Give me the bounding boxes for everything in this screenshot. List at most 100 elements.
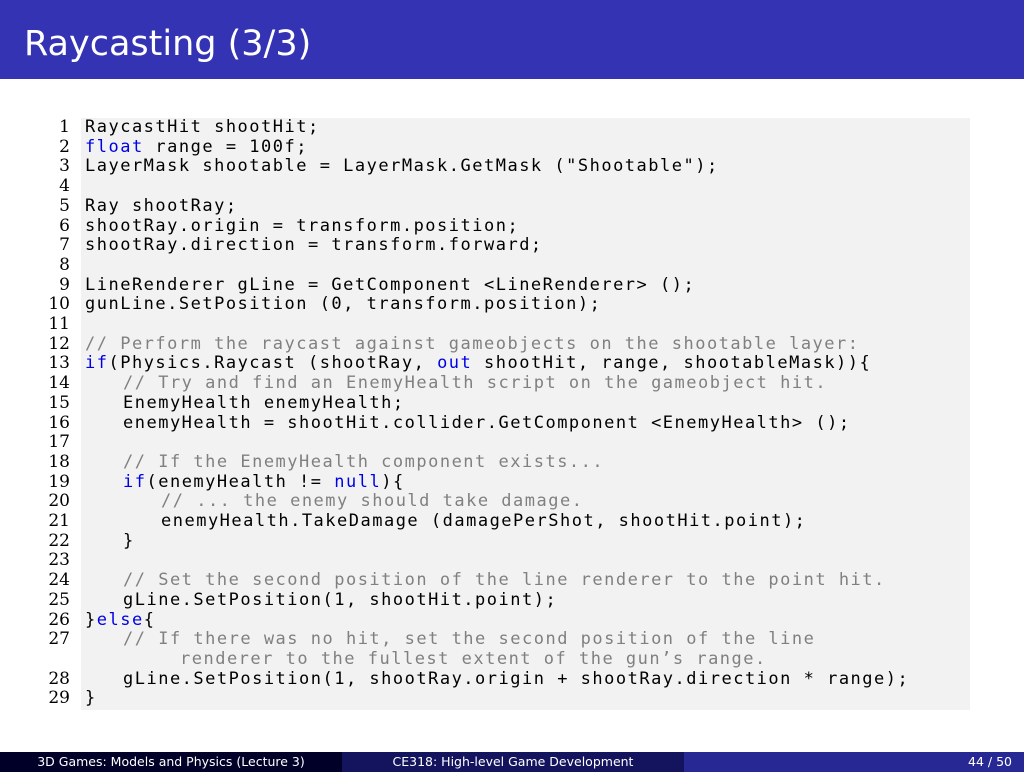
code-line: 28 gLine.SetPosition(1, shootRay.origin +… [0, 668, 1024, 690]
code-text: }else{ [85, 609, 156, 631]
code-keyword: float [85, 136, 144, 157]
code-token: enemyHealth = shootHit.collider.GetCompo… [123, 412, 851, 433]
code-token: shootRay.origin = transform.position; [85, 215, 520, 236]
footer: 3D Games: Models and Physics (Lecture 3)… [0, 752, 1024, 772]
code-text: renderer to the fullest extent of the gu… [85, 648, 767, 670]
code-line: 23 [0, 551, 1024, 571]
line-number: 3 [59, 156, 70, 177]
code-token: Ray shootRay; [85, 195, 238, 216]
code-token: gLine.SetPosition(1, shootHit.point); [123, 589, 558, 610]
line-number: 9 [59, 274, 70, 295]
code-text: // If there was no hit, set the second p… [85, 629, 815, 650]
code-token: (Physics.Raycast (shootRay, [108, 353, 438, 374]
code-line: 3 LayerMask shootable = LayerMask.GetMask… [0, 157, 1024, 177]
code-line: 24 // Set the second position of the line… [0, 570, 1024, 591]
code-line: 14 // Try and find an EnemyHealth script … [0, 373, 1024, 394]
code-token: enemyHealth.TakeDamage (damagePerShot, s… [161, 511, 807, 531]
code-token: LineRenderer gLine = GetComponent <LineR… [85, 274, 696, 295]
code-line: 27 // If there was no hit, set the second… [0, 629, 1024, 650]
line-number: 17 [48, 432, 70, 453]
code-token: } [123, 530, 135, 551]
code-text: gunLine.SetPosition (0, transform.positi… [85, 294, 602, 315]
code-comment: // Try and find an EnemyHealth script on… [123, 373, 828, 394]
line-number: 1 [59, 117, 70, 137]
code-line-continuation: renderer to the fullest extent of the gu… [0, 648, 1024, 670]
line-number: 5 [59, 195, 70, 216]
line-number: 15 [48, 392, 70, 413]
line-number: 27 [48, 629, 70, 650]
line-number: 29 [48, 688, 70, 709]
code-line: 19 if(enemyHealth != null){ [0, 471, 1024, 493]
code-text: if(Physics.Raycast (shootRay, out shootH… [85, 354, 871, 374]
code-line: 1 RaycastHit shootHit; [0, 117, 1024, 138]
code-text: gLine.SetPosition(1, shootHit.point); [85, 589, 558, 611]
code-comment: // If the EnemyHealth component exists..… [123, 451, 605, 472]
code-text: shootRay.origin = transform.position; [85, 215, 520, 237]
line-number: 22 [48, 530, 70, 551]
code-line: 9 LineRenderer gLine = GetComponent <Line… [0, 274, 1024, 296]
slide-title: Raycasting (3/3) [24, 24, 312, 64]
code-token: gunLine.SetPosition (0, transform.positi… [85, 294, 602, 315]
code-keyword: out [437, 353, 473, 374]
code-text: enemyHealth = shootHit.collider.GetCompo… [85, 412, 851, 434]
code-comment: // Set the second position of the line r… [123, 570, 886, 591]
footer-page-segment: 44 / 50 [684, 752, 1024, 772]
code-token: LayerMask shootable = LayerMask.GetMask … [85, 156, 719, 177]
code-comment: // Perform the raycast against gameobjec… [85, 333, 860, 354]
code-token: (enemyHealth != [146, 471, 335, 492]
line-number: 18 [48, 451, 70, 472]
code-text: Ray shootRay; [85, 195, 238, 217]
code-line: 26}else{ [0, 609, 1024, 631]
line-number: 19 [48, 471, 70, 492]
code-line: 7 shootRay.direction = transform.forward; [0, 235, 1024, 256]
code-text: // ... the enemy should take damage. [85, 491, 584, 512]
code-comment: renderer to the fullest extent of the gu… [180, 648, 767, 669]
code-token: EnemyHealth enemyHealth; [123, 392, 405, 413]
line-number: 4 [59, 176, 70, 197]
line-number: 16 [48, 412, 70, 433]
line-number: 13 [48, 353, 70, 374]
code-token: } [85, 609, 97, 630]
code-token: shootHit, range, shootableMask)){ [472, 353, 872, 374]
code-line: 16 enemyHealth = shootHit.collider.GetCom… [0, 412, 1024, 434]
code-text: shootRay.direction = transform.forward; [85, 235, 543, 256]
code-line: 12 // Perform the raycast against gameobj… [0, 333, 1024, 355]
code-text: gLine.SetPosition(1, shootRay.origin + s… [85, 669, 909, 690]
code-text: RaycastHit shootHit; [85, 117, 320, 138]
code-keyword: if [123, 471, 147, 492]
line-number: 6 [59, 215, 70, 236]
code-token: } [85, 688, 97, 709]
code-line: 8 [0, 255, 1024, 276]
line-number: 10 [48, 294, 70, 315]
line-number: 24 [48, 570, 70, 591]
code-text: } [85, 688, 97, 709]
footer-page-number: 44 / 50 [968, 754, 1012, 769]
code-line: 20 // ... the enemy should take damage. [0, 491, 1024, 512]
footer-course: CE318: High-level Game Development [342, 752, 684, 772]
code-line: 25 gLine.SetPosition(1, shootHit.point); [0, 589, 1024, 611]
line-number: 28 [48, 668, 70, 689]
code-line: 10 gunLine.SetPosition (0, transform.posi… [0, 294, 1024, 315]
code-token: ){ [381, 471, 405, 492]
code-line: 22} [0, 530, 1024, 552]
code-text: if(enemyHealth != null){ [85, 471, 405, 493]
line-number: 14 [48, 373, 70, 394]
code-text: EnemyHealth enemyHealth; [85, 392, 405, 414]
code-line: 18 // If the EnemyHealth component exists… [0, 451, 1024, 473]
code-line: 13 if(Physics.Raycast (shootRay, out shoo… [0, 354, 1024, 374]
code-token: range = 100f; [143, 136, 308, 157]
code-line: 2 float range = 100f; [0, 136, 1024, 158]
code-text: // Try and find an EnemyHealth script on… [85, 373, 828, 394]
line-number: 2 [59, 136, 70, 157]
line-number: 21 [48, 511, 70, 531]
code-text: // If the EnemyHealth component exists..… [85, 451, 605, 473]
line-number: 23 [48, 550, 70, 571]
code-token: { [143, 609, 156, 630]
code-text: // Perform the raycast against gameobjec… [85, 333, 860, 355]
code-line: 6 shootRay.origin = transform.position; [0, 215, 1024, 237]
code-comment: // ... the enemy should take damage. [161, 491, 584, 512]
code-line: 15 EnemyHealth enemyHealth; [0, 392, 1024, 414]
line-number: 12 [48, 333, 70, 354]
title-bar: Raycasting (3/3) [0, 0, 1024, 79]
code-text: LineRenderer gLine = GetComponent <LineR… [85, 274, 696, 296]
